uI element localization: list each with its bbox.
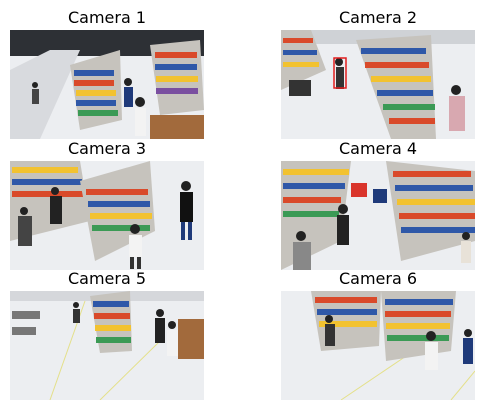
camera-3-frame bbox=[10, 161, 204, 270]
camera-3-image bbox=[10, 161, 204, 270]
camera-6-frame bbox=[281, 291, 475, 400]
camera-6-image bbox=[281, 291, 475, 400]
camera-1-frame bbox=[10, 30, 204, 139]
camera-6-title: Camera 6 bbox=[338, 269, 418, 288]
camera-4-frame bbox=[281, 161, 475, 270]
camera-2-title: Camera 2 bbox=[338, 8, 418, 27]
camera-5-frame bbox=[10, 291, 204, 400]
camera-2-frame bbox=[281, 30, 475, 139]
camera-3-title: Camera 3 bbox=[67, 139, 147, 158]
camera-4-image bbox=[281, 161, 475, 270]
camera-4-title: Camera 4 bbox=[338, 139, 418, 158]
camera-2-image bbox=[281, 30, 475, 139]
camera-1-title: Camera 1 bbox=[67, 8, 147, 27]
camera-5-image bbox=[10, 291, 204, 400]
camera-1-image bbox=[10, 30, 204, 139]
camera-5-title: Camera 5 bbox=[67, 269, 147, 288]
